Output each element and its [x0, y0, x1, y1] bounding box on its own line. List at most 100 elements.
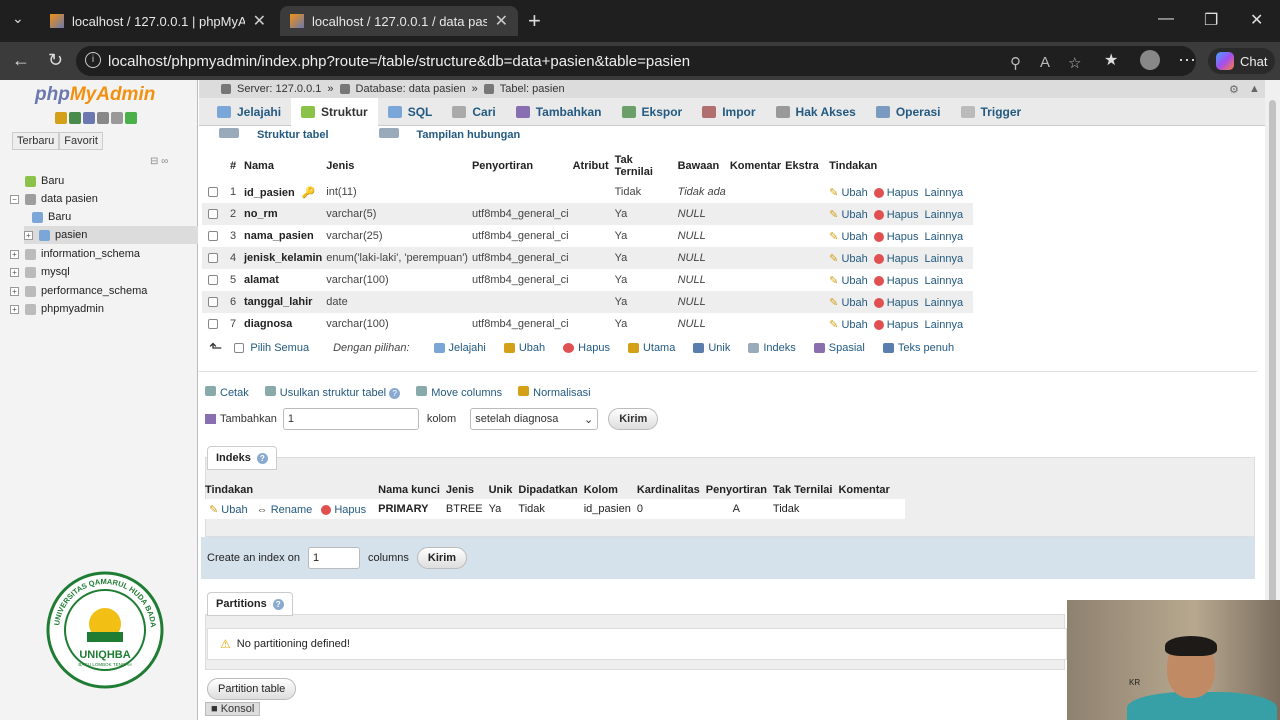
tree-item-performance-schema[interactable]: + performance_schema — [10, 282, 147, 300]
browser-tab-1[interactable]: localhost / 127.0.0.1 | phpMyAdmin ✕ — [40, 6, 276, 36]
zoom-icon[interactable]: ⚲ — [1010, 54, 1021, 72]
reload-nav-icon[interactable] — [125, 112, 137, 124]
close-tab-icon[interactable]: ✕ — [495, 11, 508, 31]
index-rename-button[interactable]: ⇔ Rename — [257, 504, 313, 516]
bulk-primary-button[interactable]: Utama — [627, 342, 675, 354]
row-checkbox[interactable] — [208, 253, 218, 264]
minimize-icon[interactable]: — — [1158, 10, 1174, 28]
print-button[interactable]: Cetak — [205, 386, 249, 399]
tab-trigger[interactable]: Trigger — [951, 98, 1032, 126]
tree-item-data-pasien[interactable]: − data pasien — [10, 190, 98, 208]
tab-hak-akses[interactable]: Hak Akses — [766, 98, 866, 126]
col-header-tak-ternilai[interactable]: Tak Ternilai — [613, 151, 676, 181]
col-header-komentar[interactable]: Komentar — [728, 151, 783, 181]
row-checkbox[interactable] — [208, 297, 218, 308]
indexes-legend[interactable]: Indeks? — [207, 446, 277, 470]
gear-icon[interactable]: ⚙ — [1229, 83, 1239, 96]
phpmyadmin-logo[interactable]: phpMyAdmin — [35, 84, 155, 106]
tree-item-phpmyadmin[interactable]: + phpmyadmin — [10, 300, 104, 318]
row-checkbox[interactable] — [208, 319, 218, 330]
edit-button[interactable]: ✎ Ubah — [829, 275, 868, 287]
help-icon[interactable]: ? — [389, 388, 401, 399]
row-checkbox[interactable] — [208, 187, 218, 198]
drop-button[interactable]: Hapus — [873, 253, 919, 265]
settings-icon[interactable] — [111, 112, 123, 124]
scrollbar-thumb[interactable] — [1269, 100, 1276, 620]
create-index-submit-button[interactable]: Kirim — [416, 547, 468, 569]
select-all-label[interactable]: Pilih Semua — [250, 342, 309, 354]
bulk-browse-button[interactable]: Jelajahi — [433, 342, 486, 354]
read-aloud-icon[interactable]: A — [1040, 54, 1050, 71]
bulk-spatial-button[interactable]: Spasial — [813, 342, 865, 354]
tab-terbaru[interactable]: Terbaru — [12, 132, 60, 150]
tab-cari[interactable]: Cari — [442, 98, 505, 126]
home-icon[interactable] — [55, 112, 67, 124]
drop-button[interactable]: Hapus — [873, 297, 919, 309]
collapse-icon[interactable]: − — [10, 194, 19, 204]
partition-table-button[interactable]: Partition table — [207, 678, 297, 700]
tab-favorit[interactable]: Favorit — [59, 132, 103, 150]
drop-button[interactable]: Hapus — [873, 187, 919, 199]
address-bar[interactable]: i localhost/phpmyadmin/index.php?route=/… — [76, 46, 1196, 76]
profile-avatar[interactable] — [1140, 50, 1160, 70]
expand-icon[interactable]: + — [10, 249, 19, 259]
tab-sql[interactable]: SQL — [378, 98, 443, 126]
new-tab-icon[interactable]: + — [528, 8, 541, 34]
tree-item-information-schema[interactable]: + information_schema — [10, 245, 140, 263]
collapse-all-icon[interactable]: ⊟ ∞ — [150, 156, 168, 167]
partitions-legend[interactable]: Partitions? — [207, 592, 293, 616]
logout-icon[interactable] — [69, 112, 81, 124]
help-icon[interactable] — [83, 112, 95, 124]
add-column-submit-button[interactable]: Kirim — [608, 408, 659, 430]
drop-button[interactable]: Hapus — [873, 275, 919, 287]
close-window-icon[interactable]: ✕ — [1250, 10, 1263, 30]
console-bar[interactable]: ■ Konsol — [199, 698, 1069, 720]
tree-item-pasien[interactable]: + pasien — [24, 226, 198, 244]
expand-icon[interactable]: + — [10, 286, 19, 296]
copilot-chat-button[interactable]: Chat — [1208, 48, 1276, 74]
bulk-index-button[interactable]: Indeks — [748, 342, 796, 354]
docs-icon[interactable] — [97, 112, 109, 124]
col-header-atribut[interactable]: Atribut — [571, 151, 613, 181]
index-edit-button[interactable]: ✎ Ubah — [209, 504, 248, 516]
tab-list-icon[interactable]: ⌄ — [12, 10, 24, 27]
favorites-icon[interactable]: ★ — [1104, 50, 1118, 70]
tab-jelajahi[interactable]: Jelajahi — [207, 98, 291, 126]
more-button[interactable]: Lainnya — [925, 297, 964, 309]
index-columns-input[interactable]: 1 — [307, 547, 360, 569]
tab-impor[interactable]: Impor — [692, 98, 765, 126]
move-columns-button[interactable]: Move columns — [416, 386, 502, 399]
expand-icon[interactable]: + — [24, 230, 33, 240]
more-button[interactable]: Lainnya — [925, 275, 964, 287]
bulk-unique-button[interactable]: Unik — [693, 342, 730, 354]
row-checkbox[interactable] — [208, 231, 218, 242]
subtab-tampilan-hubungan[interactable]: Tampilan hubungan — [369, 126, 541, 143]
column-position-select[interactable]: setelah diagnosa ⌄ — [470, 408, 599, 430]
console-tab[interactable]: ■ Konsol — [205, 702, 261, 716]
normalize-button[interactable]: Normalisasi — [518, 386, 591, 399]
col-header-ekstra[interactable]: Ekstra — [783, 151, 827, 181]
browser-tab-2[interactable]: localhost / 127.0.0.1 / data pasien ✕ — [280, 6, 518, 36]
drop-button[interactable]: Hapus — [873, 319, 919, 331]
more-button[interactable]: Lainnya — [925, 209, 964, 221]
more-button[interactable]: Lainnya — [925, 319, 964, 331]
row-checkbox[interactable] — [208, 275, 218, 286]
col-header-jenis[interactable]: Jenis — [324, 151, 470, 181]
edit-button[interactable]: ✎ Ubah — [829, 319, 868, 331]
select-all-checkbox[interactable] — [234, 343, 245, 353]
tree-item-new[interactable]: Baru — [10, 172, 64, 190]
more-menu-icon[interactable]: ⋯ — [1178, 50, 1196, 71]
tab-ekspor[interactable]: Ekspor — [612, 98, 693, 126]
add-column-count-input[interactable]: 1 — [282, 408, 419, 430]
index-drop-button[interactable]: Hapus — [321, 504, 366, 516]
edit-button[interactable]: ✎ Ubah — [829, 231, 868, 243]
bulk-drop-button[interactable]: Hapus — [563, 342, 610, 354]
close-tab-icon[interactable]: ✕ — [253, 11, 266, 31]
bulk-fulltext-button[interactable]: Teks penuh — [882, 342, 954, 354]
more-button[interactable]: Lainnya — [925, 253, 964, 265]
reload-icon[interactable]: ↻ — [48, 50, 63, 71]
drop-button[interactable]: Hapus — [873, 209, 919, 221]
breadcrumb-table[interactable]: Tabel: pasien — [500, 83, 565, 95]
edit-button[interactable]: ✎ Ubah — [829, 187, 868, 199]
bulk-edit-button[interactable]: Ubah — [503, 342, 545, 354]
